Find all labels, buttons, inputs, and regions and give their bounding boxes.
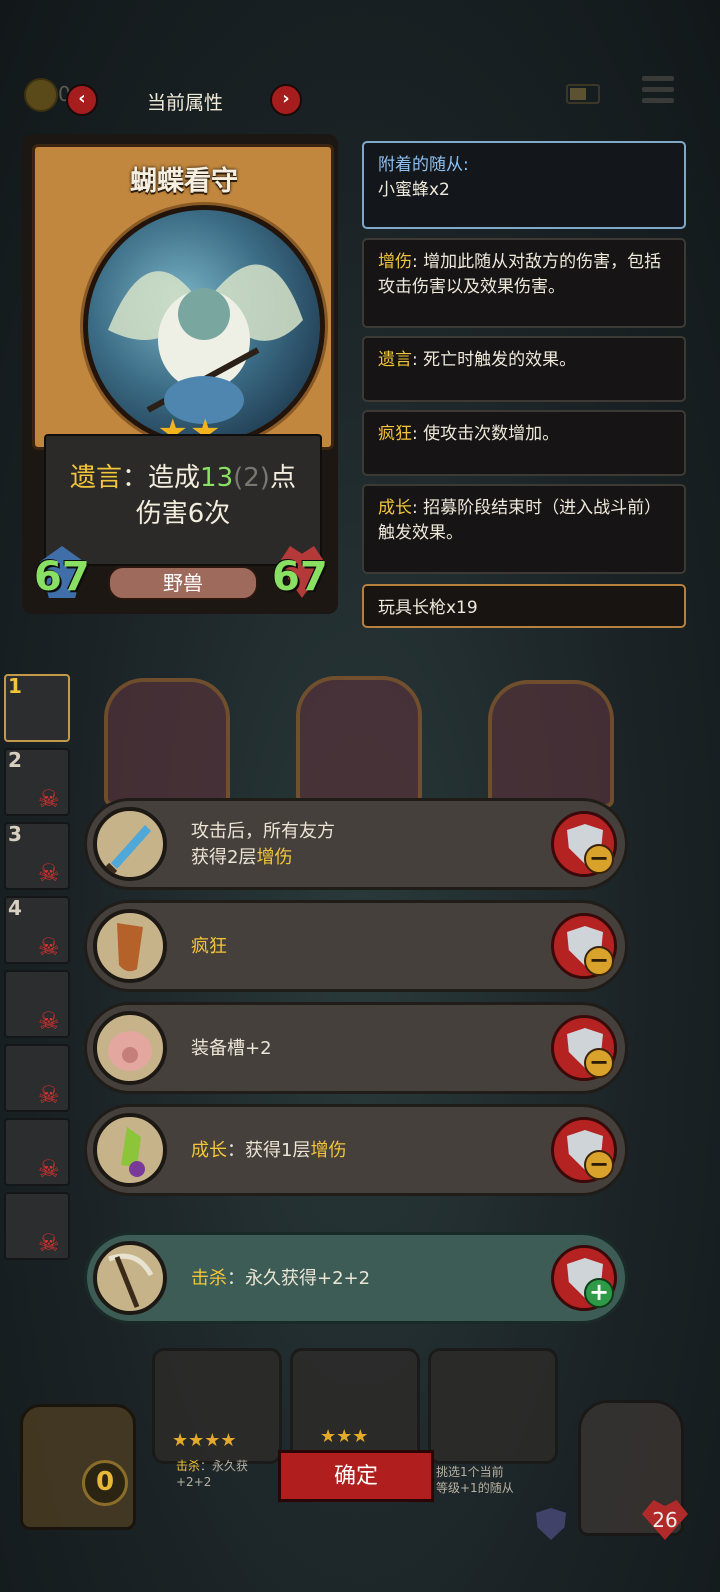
attached-value: 小蜜蜂x2	[378, 180, 450, 200]
scythe-icon	[93, 1241, 167, 1315]
card-frame: 蝴蝶看守	[32, 144, 334, 450]
plus-icon: +	[584, 1278, 614, 1308]
ability-text: 遗言：造成13(2)点 伤害6次	[56, 460, 310, 532]
minus-icon: −	[584, 1150, 614, 1180]
lineup-slot-6[interactable]	[4, 1044, 70, 1112]
equipment-desc: 成长：获得1层增伤	[191, 1140, 347, 1161]
card-name: 蝴蝶看守	[130, 166, 238, 197]
butterfly-guard-portrait	[83, 205, 325, 447]
shop-card-1-stars: ★★★★	[172, 1430, 237, 1451]
card-name-plate: 蝴蝶看守	[89, 153, 279, 199]
ability-suffix: 点	[269, 463, 296, 493]
tribe-badge: 野兽	[108, 566, 258, 600]
armor-icon	[536, 1508, 566, 1540]
lineup-slot-1[interactable]: 1	[4, 674, 70, 742]
attached-minions-panel: 附着的随从: 小蜜蜂x2	[362, 141, 686, 229]
equipment-row-5[interactable]: 击杀：永久获得+2+2 +	[84, 1232, 628, 1324]
ability-box: 遗言：造成13(2)点 伤害6次	[44, 434, 322, 566]
equipment-desc: 攻击后，所有友方 获得2层增伤	[191, 821, 335, 868]
gold-coin-icon	[24, 78, 58, 112]
dead-skull-icon	[38, 1158, 64, 1180]
lineup-slot-5[interactable]	[4, 970, 70, 1038]
keyword-desc: : 使攻击次数增加。	[412, 424, 560, 444]
keyword-frenzy-panel: 疯狂: 使攻击次数增加。	[362, 410, 686, 476]
keyword-name: 疯狂	[378, 424, 412, 444]
keyword-name: 成长	[378, 498, 412, 518]
ability-prefix: ：造成	[122, 463, 201, 493]
keyword-damage-panel: 增伤: 增加此随从对敌方的伤害，包括攻击伤害以及效果伤害。	[362, 238, 686, 328]
battery-icon	[566, 84, 600, 104]
equipment-row-3[interactable]: 装备槽+2 −	[84, 1002, 628, 1094]
dead-skull-icon	[38, 862, 64, 884]
keyword-deathrattle-panel: 遗言: 死亡时触发的效果。	[362, 336, 686, 402]
menu-icon[interactable]	[642, 76, 674, 108]
ability-damage-value: 13	[200, 463, 234, 493]
unit-card: 蝴蝶看守 ★★ 遗言：造成13(2)点 伤害6次 67 野兽 67	[22, 134, 338, 614]
top-bar: 0 8 ‹ 当前属性 ›	[0, 60, 720, 140]
ability-keyword: 遗言	[70, 463, 123, 493]
lineup-slot-3[interactable]: 3	[4, 822, 70, 890]
board-minion-3[interactable]	[488, 680, 614, 808]
crystal-icon	[93, 1113, 167, 1187]
equipment-desc: 疯狂	[191, 936, 227, 957]
slot-number: 2	[8, 748, 22, 772]
prev-page-button[interactable]: ‹	[66, 84, 98, 116]
page-title: 当前属性	[146, 92, 223, 114]
lineup-slot-8[interactable]	[4, 1192, 70, 1260]
health-value: 67	[272, 554, 328, 600]
equipment-desc: 装备槽+2	[191, 1038, 272, 1059]
shop-card-3[interactable]	[428, 1348, 558, 1464]
ability-bonus-value: (2)	[233, 463, 270, 493]
slot-number: 4	[8, 896, 22, 920]
equipment-row-1[interactable]: 攻击后，所有友方 获得2层增伤 −	[84, 798, 628, 890]
slot-number: 1	[8, 674, 22, 698]
minus-icon: −	[584, 844, 614, 874]
bottom-shop-area: 0 ★★★★ 击杀：永久获 +2+2 ★★★ 挑选1个当前 等级+1的随从 确定…	[0, 1340, 720, 1592]
shop-card-1-text: 击杀：永久获 +2+2	[176, 1459, 249, 1489]
next-page-button[interactable]: ›	[270, 84, 302, 116]
add-equipment-button[interactable]: +	[551, 1245, 617, 1311]
keyword-growth-panel: 成长: 招募阶段结束时（进入战斗前）触发效果。	[362, 484, 686, 574]
remove-equipment-button[interactable]: −	[551, 811, 617, 877]
slot-number: 3	[8, 822, 22, 846]
remove-equipment-button[interactable]: −	[551, 1117, 617, 1183]
equipment-row-2[interactable]: 疯狂 −	[84, 900, 628, 992]
keyword-name: 遗言	[378, 350, 412, 370]
equipment-title-panel: 玩具长枪x19	[362, 584, 686, 628]
keyword-desc: : 死亡时触发的效果。	[412, 350, 577, 370]
pig-icon	[93, 1011, 167, 1085]
keyword-name: 增伤	[378, 252, 412, 272]
dead-skull-icon	[38, 936, 64, 958]
attack-value: 67	[34, 554, 90, 600]
keyword-desc: : 增加此随从对敌方的伤害，包括攻击伤害以及效果伤害。	[378, 252, 662, 297]
lineup-slot-7[interactable]	[4, 1118, 70, 1186]
equipment-title: 玩具长枪x19	[378, 598, 478, 618]
lineup-slot-2[interactable]: 2	[4, 748, 70, 816]
minus-icon: −	[584, 1048, 614, 1078]
board-minion-2[interactable]	[296, 676, 422, 804]
lineup-slot-4[interactable]: 4	[4, 896, 70, 964]
board-minion-1[interactable]	[104, 678, 230, 806]
gold-counter: 0	[82, 1460, 128, 1506]
dead-skull-icon	[38, 1010, 64, 1032]
minus-icon: −	[584, 946, 614, 976]
shop-card-3-text: 挑选1个当前 等级+1的随从	[436, 1465, 514, 1495]
remove-equipment-button[interactable]: −	[551, 913, 617, 979]
horn-icon	[93, 909, 167, 983]
attached-title: 附着的随从:	[378, 155, 469, 175]
remove-equipment-button[interactable]: −	[551, 1015, 617, 1081]
ability-line2: 伤害6次	[135, 499, 231, 529]
shop-card-2-stars: ★★★	[320, 1426, 369, 1447]
confirm-button[interactable]: 确定	[278, 1450, 434, 1502]
equipment-desc: 击杀：永久获得+2+2	[191, 1268, 371, 1289]
keyword-desc: : 招募阶段结束时（进入战斗前）触发效果。	[378, 498, 662, 543]
equipment-row-4[interactable]: 成长：获得1层增伤 −	[84, 1104, 628, 1196]
dead-skull-icon	[38, 1084, 64, 1106]
dead-skull-icon	[38, 1232, 64, 1254]
dagger-icon	[93, 807, 167, 881]
dead-skull-icon	[38, 788, 64, 810]
